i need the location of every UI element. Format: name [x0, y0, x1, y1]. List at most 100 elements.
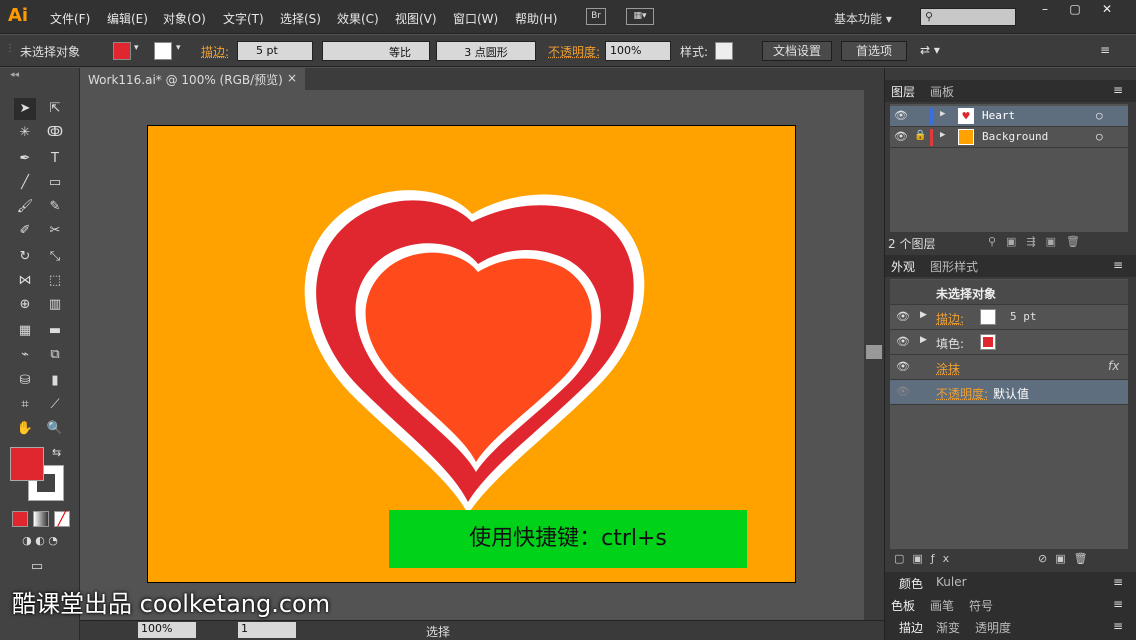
- panel-menu-icon[interactable]: ≡: [1113, 619, 1123, 633]
- layer-actions-icon[interactable]: ⚲▣⇶▣🗑: [988, 235, 1090, 248]
- scissors-tool-icon[interactable]: ✂: [44, 220, 66, 242]
- scribble-effect-label[interactable]: 涂抹: [936, 360, 960, 377]
- current-tool-status[interactable]: 选择: [426, 623, 450, 640]
- preferences-button[interactable]: 首选项: [841, 41, 907, 61]
- brush-select[interactable]: 3 点圆形: [436, 41, 536, 61]
- panel-menu-icon[interactable]: ≡: [1113, 575, 1123, 589]
- line-tool-icon[interactable]: ╱: [14, 172, 36, 194]
- tab-gradient[interactable]: 渐变: [936, 619, 960, 636]
- menu-view[interactable]: 视图(V): [395, 10, 437, 27]
- hand-tool-icon[interactable]: ✋: [14, 418, 36, 440]
- tab-appearance[interactable]: 外观: [891, 258, 915, 275]
- paintbrush-tool-icon[interactable]: 🖌: [14, 196, 36, 218]
- none-mode-icon[interactable]: ╱: [54, 511, 70, 527]
- layer-row[interactable]: 👁 🔒 ▶ Background ○: [890, 127, 1128, 148]
- stroke-weight[interactable]: 5 pt: [1010, 310, 1037, 323]
- tab-symbols[interactable]: 符号: [969, 597, 993, 614]
- align-icon[interactable]: ⇄ ▾: [920, 43, 940, 57]
- scroll-thumb[interactable]: [866, 345, 882, 359]
- document-tab[interactable]: Work116.ai* @ 100% (RGB/预览) ×: [80, 68, 305, 90]
- layer-row[interactable]: 👁 ▶ ♥ Heart ○: [890, 106, 1128, 127]
- screen-mode-icon[interactable]: ▭: [26, 556, 48, 578]
- eye-icon[interactable]: 👁: [896, 360, 910, 373]
- vertical-scrollbar[interactable]: [864, 90, 884, 620]
- panel-menu-icon[interactable]: ≡: [1113, 83, 1123, 97]
- appearance-opacity-row[interactable]: 👁 不透明度: 默认值: [890, 380, 1128, 405]
- artboard-tool-icon[interactable]: ⌗: [14, 394, 36, 416]
- gradient-tool-icon[interactable]: ▬: [44, 320, 66, 342]
- target-circle-icon[interactable]: ○: [1096, 109, 1103, 122]
- lasso-tool-icon[interactable]: ↂ: [44, 122, 66, 144]
- expand-triangle-icon[interactable]: ▶: [940, 109, 945, 119]
- appearance-stroke-row[interactable]: 👁 ▶ 描边: 5 pt: [890, 305, 1128, 330]
- tab-artboards[interactable]: 画板: [930, 83, 954, 100]
- panel-menu-icon[interactable]: ≡: [1100, 43, 1110, 57]
- zoom-tool-icon[interactable]: 🔍: [44, 418, 66, 440]
- menu-effect[interactable]: 效果(C): [337, 10, 379, 27]
- chevron-down-icon[interactable]: ▾: [176, 43, 181, 53]
- scale-tool-icon[interactable]: ⤡: [44, 246, 66, 268]
- document-setup-button[interactable]: 文档设置: [762, 41, 832, 61]
- fill-swatch[interactable]: [980, 334, 996, 350]
- type-tool-icon[interactable]: T: [44, 148, 66, 170]
- layer-name[interactable]: Heart: [982, 109, 1015, 122]
- minimize-icon[interactable]: –: [1030, 2, 1060, 18]
- workspace-switcher[interactable]: 基本功能 ▾: [834, 10, 892, 27]
- tab-kuler[interactable]: Kuler: [936, 575, 967, 589]
- eye-icon[interactable]: 👁: [896, 335, 910, 348]
- tab-color[interactable]: 颜色: [899, 575, 923, 592]
- draw-mode-icon[interactable]: ◑ ◐ ◔: [10, 530, 70, 552]
- eye-icon[interactable]: 👁: [896, 385, 910, 398]
- eyedropper-tool-icon[interactable]: ⌁: [14, 344, 36, 366]
- appearance-fill-row[interactable]: 👁 ▶ 填色:: [890, 330, 1128, 355]
- zoom-field[interactable]: 100%: [138, 622, 196, 638]
- perspective-grid-tool-icon[interactable]: ▥: [44, 294, 66, 316]
- style-swatch[interactable]: [715, 42, 733, 60]
- width-tool-icon[interactable]: ⋈: [14, 270, 36, 292]
- stroke-swatch[interactable]: [980, 309, 996, 325]
- menu-type[interactable]: 文字(T): [223, 10, 264, 27]
- expand-triangle-icon[interactable]: ▶: [920, 310, 927, 320]
- opacity-field[interactable]: 100%: [605, 41, 671, 61]
- blend-tool-icon[interactable]: ⧉: [44, 344, 66, 366]
- opacity-label[interactable]: 不透明度:: [936, 385, 988, 402]
- expand-triangle-icon[interactable]: ▶: [920, 335, 927, 345]
- tab-transparency[interactable]: 透明度: [975, 619, 1011, 636]
- close-icon[interactable]: ✕: [1092, 2, 1122, 18]
- tab-brushes[interactable]: 画笔: [930, 597, 954, 614]
- mesh-tool-icon[interactable]: ▦: [14, 320, 36, 342]
- target-circle-icon[interactable]: ○: [1096, 130, 1103, 143]
- tab-layers[interactable]: 图层: [891, 83, 915, 100]
- collapse-icon[interactable]: ◂◂: [10, 70, 19, 80]
- selection-tool-icon[interactable]: ➤: [14, 98, 36, 120]
- fill-color-box[interactable]: [10, 447, 44, 481]
- direct-selection-tool-icon[interactable]: ⇱: [44, 98, 66, 120]
- eye-icon[interactable]: 👁: [896, 310, 910, 323]
- artboard-page-field[interactable]: 1: [238, 622, 296, 638]
- menu-edit[interactable]: 编辑(E): [107, 10, 148, 27]
- slice-tool-icon[interactable]: ⟋: [44, 394, 66, 416]
- fill-swatch[interactable]: [113, 42, 131, 60]
- stroke-swatch[interactable]: [154, 42, 172, 60]
- blob-brush-tool-icon[interactable]: ✐: [14, 220, 36, 242]
- eye-icon[interactable]: 👁: [894, 130, 908, 143]
- magic-wand-tool-icon[interactable]: ✳: [14, 122, 36, 144]
- tab-swatches[interactable]: 色板: [891, 597, 915, 614]
- rotate-tool-icon[interactable]: ↻: [14, 246, 36, 268]
- free-transform-tool-icon[interactable]: ⬚: [44, 270, 66, 292]
- graph-tool-icon[interactable]: ▮: [44, 370, 66, 392]
- tab-graphic-styles[interactable]: 图形样式: [930, 258, 978, 275]
- menu-help[interactable]: 帮助(H): [515, 10, 557, 27]
- eye-icon[interactable]: 👁: [894, 109, 908, 122]
- pen-tool-icon[interactable]: ✒: [14, 148, 36, 170]
- chevron-down-icon[interactable]: ▾: [134, 43, 139, 53]
- arrange-documents-icon[interactable]: ▦▾: [626, 8, 654, 25]
- menu-object[interactable]: 对象(O): [163, 10, 206, 27]
- symbol-sprayer-tool-icon[interactable]: ⛁: [14, 370, 36, 392]
- shape-builder-tool-icon[interactable]: ⊕: [14, 294, 36, 316]
- pencil-tool-icon[interactable]: ✎: [44, 196, 66, 218]
- appearance-delete-icons[interactable]: ⊘▣🗑: [1038, 552, 1096, 565]
- stroke-profile-select[interactable]: 等比: [322, 41, 430, 61]
- gradient-mode-icon[interactable]: [33, 511, 49, 527]
- lock-icon[interactable]: 🔒: [914, 130, 926, 141]
